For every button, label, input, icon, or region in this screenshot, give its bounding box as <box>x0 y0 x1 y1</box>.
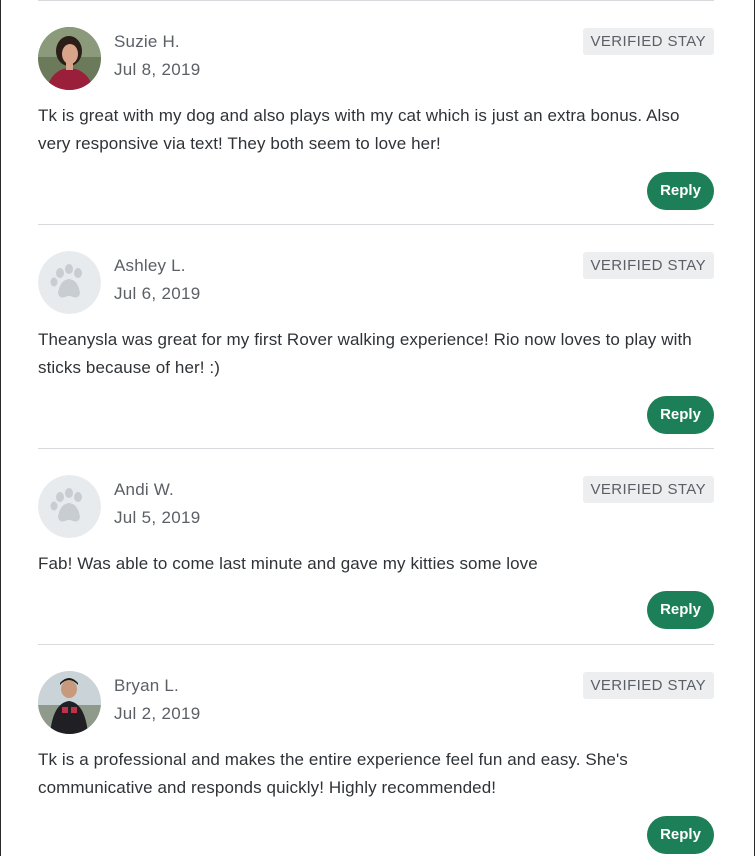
review-date: Jul 5, 2019 <box>114 508 201 527</box>
review-text: Tk is great with my dog and also plays w… <box>38 106 680 153</box>
reviewer-name: Suzie H. <box>114 32 180 51</box>
review-item: Ashley L. Jul 6, 2019 VERIFIED STAY Thea… <box>38 224 714 448</box>
reviewer-name: Andi W. <box>114 480 174 499</box>
reviewer-photo <box>38 27 101 90</box>
review-text: Tk is a professional and makes the entir… <box>38 750 628 797</box>
reply-button[interactable]: Reply <box>647 172 714 210</box>
verified-stay-badge: VERIFIED STAY <box>582 28 714 55</box>
review-date: Jul 2, 2019 <box>114 704 201 723</box>
reviewer-photo <box>38 671 101 734</box>
reply-button[interactable]: Reply <box>647 816 714 854</box>
reviewer-name: Bryan L. <box>114 676 179 695</box>
paw-icon <box>38 475 101 538</box>
review-date: Jul 6, 2019 <box>114 284 201 303</box>
review-item: Andi W. Jul 5, 2019 VERIFIED STAY Fab! W… <box>38 448 714 644</box>
reply-button[interactable]: Reply <box>647 591 714 629</box>
avatar[interactable] <box>38 475 101 538</box>
review-item: Bryan L. Jul 2, 2019 VERIFIED STAY Tk is… <box>38 644 714 864</box>
review-text: Fab! Was able to come last minute and ga… <box>38 554 538 573</box>
paw-icon <box>38 251 101 314</box>
avatar[interactable] <box>38 671 101 734</box>
reply-button[interactable]: Reply <box>647 396 714 434</box>
verified-stay-badge: VERIFIED STAY <box>582 672 714 699</box>
verified-stay-badge: VERIFIED STAY <box>582 252 714 279</box>
reviewer-name: Ashley L. <box>114 256 186 275</box>
avatar[interactable] <box>38 251 101 314</box>
avatar[interactable] <box>38 27 101 90</box>
review-text: Theanysla was great for my first Rover w… <box>38 330 692 377</box>
review-date: Jul 8, 2019 <box>114 60 201 79</box>
review-item: Suzie H. Jul 8, 2019 VERIFIED STAY Tk is… <box>38 0 714 224</box>
verified-stay-badge: VERIFIED STAY <box>582 476 714 503</box>
reviews-list: Suzie H. Jul 8, 2019 VERIFIED STAY Tk is… <box>38 0 714 864</box>
